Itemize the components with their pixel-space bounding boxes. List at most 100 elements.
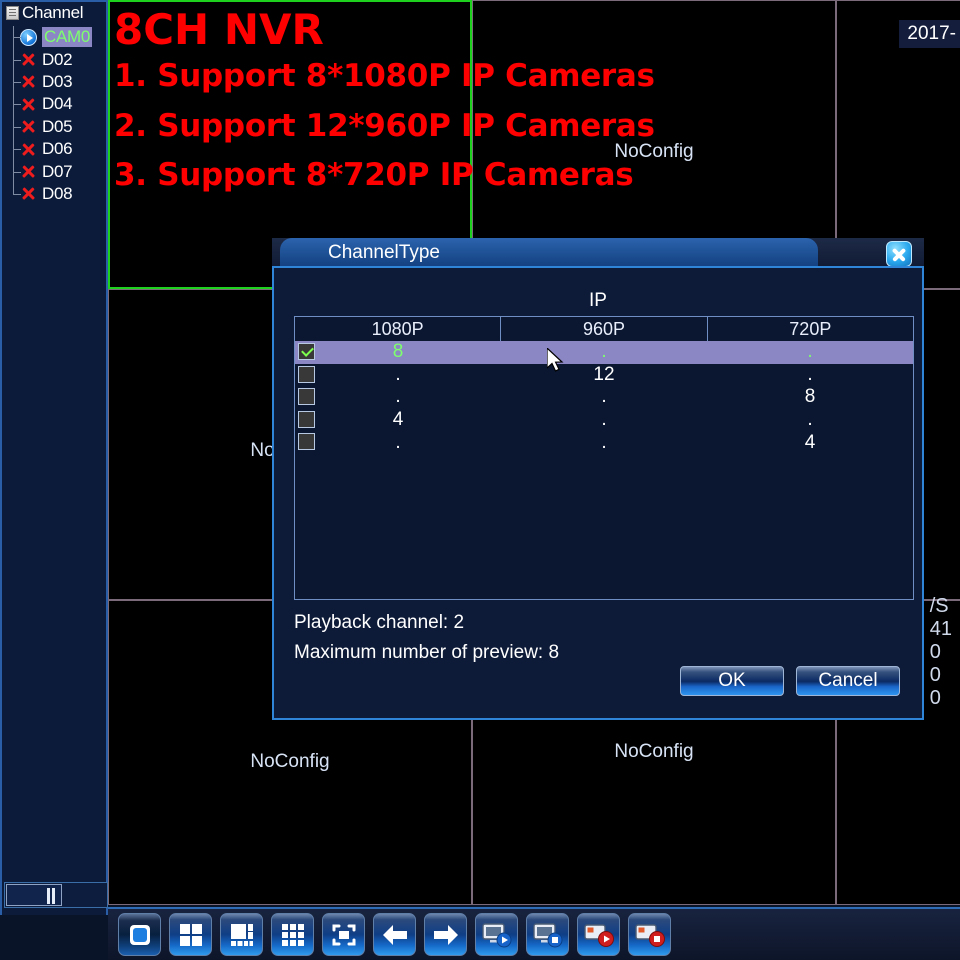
stream-stats: /S 41 0 0 0 [930, 595, 952, 710]
table-column-header-1080p: 1080P [295, 317, 502, 341]
prev-button[interactable] [373, 913, 416, 956]
dialog-buttons: OK Cancel [680, 666, 900, 696]
channel-list: CAM0 D02 D03 D04 D05 D06 D07 D08 [2, 26, 106, 205]
channel-type-table: 1080P 960P 720P 8... 12... 8 4.... 4 [294, 316, 914, 600]
start-record-button[interactable] [577, 913, 620, 956]
fullscreen-button[interactable] [322, 913, 365, 956]
table-row[interactable]: .. 4 [295, 431, 913, 454]
table-cell: . [807, 363, 813, 385]
monitor-play-icon [481, 922, 512, 948]
bottom-toolbar [108, 907, 960, 960]
table-cell: . [601, 409, 607, 431]
red-x-icon [20, 185, 37, 202]
channel-item-d03[interactable]: D03 [2, 70, 106, 94]
channel-item-d04[interactable]: D04 [2, 93, 106, 116]
stop-preview-button[interactable] [526, 913, 569, 956]
video-cell-label: NoConfig [614, 741, 694, 762]
red-x-icon [20, 163, 37, 180]
channel-item-cam0[interactable]: CAM0 [2, 26, 106, 49]
table-cell: . [395, 363, 401, 385]
playback-channel-label: Playback channel: 2 [294, 612, 465, 633]
channel-panel-title: Channel [22, 3, 84, 22]
play-circle-icon [20, 28, 37, 46]
stream-stat-line: /S [929, 595, 949, 617]
nine-view-icon [280, 922, 306, 948]
table-header-row: 1080P 960P 720P [295, 317, 913, 341]
channel-item-d02[interactable]: D02 [2, 48, 106, 72]
single-view-icon [127, 922, 153, 948]
red-x-icon [20, 118, 37, 135]
row-checkbox[interactable] [298, 343, 315, 360]
channel-item-d07[interactable]: D07 [2, 160, 106, 184]
datetime-badge: 2017- [899, 20, 960, 48]
channel-item-label: D02 [42, 49, 73, 69]
channel-item-d05[interactable]: D05 [2, 115, 106, 139]
six-view-icon [229, 922, 255, 948]
red-x-icon [20, 141, 37, 158]
channel-scrollbar[interactable] [4, 882, 108, 908]
table-row[interactable]: 4.. [295, 409, 913, 432]
layout-9-button[interactable] [271, 913, 314, 956]
promo-line-3: 3. Support 8*720P IP Cameras [114, 157, 634, 194]
dialog-subtitle: IP [589, 290, 607, 311]
row-checkbox[interactable] [298, 365, 315, 383]
table-cell: 12 [593, 363, 615, 385]
record-play-icon [583, 922, 614, 948]
next-button[interactable] [424, 913, 467, 956]
table-column-header-720p: 720P [789, 318, 832, 339]
channel-panel-header: Channel [2, 2, 106, 25]
promo-line-2: 2. Support 12*960P IP Cameras [114, 107, 655, 144]
arrow-right-icon [432, 923, 460, 947]
table-cell: 8 [392, 341, 404, 363]
channel-item-label: D05 [42, 116, 73, 136]
stream-stat-line: 0 [929, 664, 941, 686]
red-x-icon [20, 73, 37, 90]
layout-4-button[interactable] [169, 913, 212, 956]
arrow-left-icon [381, 923, 409, 947]
table-row[interactable]: 8.. [295, 341, 913, 364]
table-cell: 8 [804, 386, 816, 408]
ok-button[interactable]: OK [680, 666, 784, 696]
table-row[interactable]: .. 8 [295, 386, 913, 409]
channel-type-dialog: ChannelType IP 1080P 960P 720P 8... 12... 8 4… [272, 238, 924, 720]
channel-item-label: CAM0 [42, 27, 93, 48]
channel-item-label: D03 [42, 71, 73, 91]
table-cell: 4 [804, 431, 816, 453]
channel-item-d08[interactable]: D08 [2, 182, 106, 205]
stop-record-button[interactable] [628, 913, 671, 956]
table-row[interactable]: . 12. [295, 364, 913, 387]
dialog-info: Playback channel: 2 Maximum number of pr… [294, 608, 559, 668]
cancel-button[interactable]: Cancel [796, 666, 900, 696]
channel-item-label: D04 [42, 94, 73, 114]
close-icon[interactable] [886, 241, 912, 267]
table-body: 8... 12... 8 4.... 4 [295, 341, 913, 599]
layout-6-button[interactable] [220, 913, 263, 956]
channel-panel: Channel CAM0 D02 D03 D04 D05 D06 D07 D08 [0, 0, 108, 915]
red-x-icon [20, 96, 37, 113]
table-cell: . [601, 341, 607, 363]
row-checkbox[interactable] [298, 433, 315, 451]
table-cell: . [807, 341, 813, 363]
row-checkbox[interactable] [298, 410, 315, 428]
table-cell: . [807, 409, 813, 431]
stream-stat-line: 0 [929, 687, 941, 709]
start-preview-button[interactable] [475, 913, 518, 956]
table-cell: . [395, 386, 401, 408]
channel-item-label: D08 [42, 183, 73, 203]
red-x-icon [20, 51, 37, 68]
layout-1-button[interactable] [118, 913, 161, 956]
channel-item-d06[interactable]: D06 [2, 137, 106, 161]
channel-item-label: D07 [42, 161, 73, 181]
promo-title: 8CH NVR [114, 5, 324, 54]
table-cell: . [601, 431, 607, 453]
monitor-stop-icon [532, 922, 563, 948]
promo-line-1: 1. Support 8*1080P IP Cameras [114, 58, 655, 95]
row-checkbox[interactable] [298, 388, 315, 406]
channel-item-label: D06 [42, 139, 73, 159]
channel-scrollbar-thumb[interactable] [6, 884, 62, 906]
quad-view-icon [178, 922, 204, 948]
table-cell: 4 [392, 409, 404, 431]
dialog-title: ChannelType [280, 238, 818, 268]
stream-stat-line: 0 [929, 641, 941, 663]
dialog-titlebar: ChannelType [272, 238, 924, 268]
